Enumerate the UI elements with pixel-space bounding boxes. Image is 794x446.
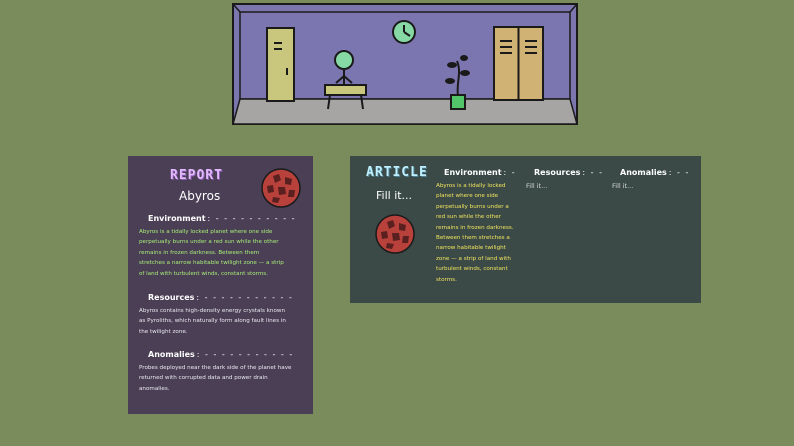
article-resources-value[interactable]: Fill it... xyxy=(526,182,547,190)
resources-text: Abyros contains high-density energy crys… xyxy=(139,308,286,335)
article-anomalies-heading: Anomalies: - - xyxy=(620,168,690,177)
resources-heading: Resources: - - - - - - - - - - - xyxy=(148,293,294,302)
left-door[interactable] xyxy=(266,27,295,102)
environment-text: Abyros is a tidally locked planet where … xyxy=(139,229,284,277)
environment-heading: Environment: - - - - - - - - - - xyxy=(148,214,297,223)
report-panel: REPORT Abyros Environment: - - - - - - -… xyxy=(128,156,313,414)
article-panel: ARTICLE Fill it... Environment: - Abyros… xyxy=(350,156,701,303)
report-title: REPORT xyxy=(170,168,223,183)
article-title: ARTICLE xyxy=(366,165,428,180)
clock-icon xyxy=(392,20,416,44)
anomalies-text: Probes deployed near the dark side of th… xyxy=(139,365,292,392)
right-cabinet[interactable] xyxy=(493,26,544,101)
planet-name: Abyros xyxy=(179,189,221,203)
room-scene xyxy=(232,3,578,125)
article-anomalies-value[interactable]: Fill it... xyxy=(612,182,633,190)
article-resources-heading: Resources: - - xyxy=(534,168,604,177)
anomalies-heading: Anomalies: - - - - - - - - - - - xyxy=(148,350,294,359)
planet-icon xyxy=(375,214,415,254)
planet-icon xyxy=(261,168,301,208)
article-environment-heading: Environment: - xyxy=(444,168,517,177)
article-environment-text[interactable]: Abyros is a tidally locked planet where … xyxy=(436,181,514,285)
article-headline-placeholder[interactable]: Fill it... xyxy=(376,189,412,202)
